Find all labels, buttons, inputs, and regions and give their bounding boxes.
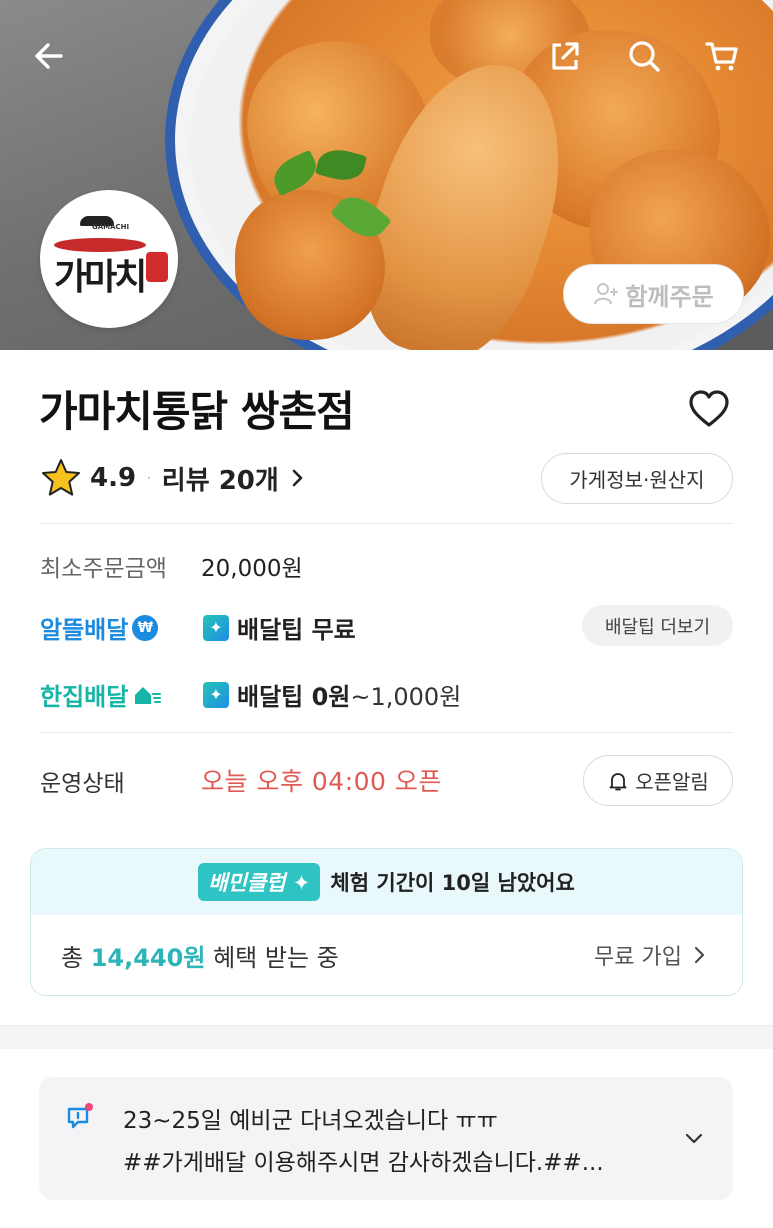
single-delivery-label: 한집배달 (40, 677, 162, 712)
house-speed-icon (135, 686, 162, 704)
single-tip-text: 배달팁 0원 (237, 683, 351, 711)
rating-separator: · (146, 467, 152, 489)
benefit-suffix: 혜택 받는 중 (213, 944, 339, 972)
store-hero-image: GAMACHI 가마치 함께주문 (0, 0, 773, 350)
won-badge-icon: ₩ (132, 614, 159, 641)
single-delivery-text: 한집배달 (40, 683, 129, 711)
section-divider (0, 1025, 773, 1049)
chevron-right-icon (292, 469, 303, 487)
single-tip-range: ~1,000원 (350, 683, 462, 711)
club-trial-message: 체험 기간이 10일 남았어요 (330, 871, 575, 895)
together-order-button[interactable]: 함께주문 (563, 264, 744, 324)
add-person-icon (594, 283, 619, 305)
store-notice[interactable]: 23~25일 예비군 다녀오겠습니다 ㅠㅠ ##가게배달 이용해주시면 감사하겠… (39, 1077, 733, 1200)
status-label: 운영상태 (40, 771, 125, 797)
saver-delivery-text: 알뜰배달 (40, 616, 129, 644)
cart-icon (705, 42, 738, 71)
benefit-prefix: 총 (61, 944, 84, 972)
store-name: 가마치통닭 쌍촌점 (39, 387, 355, 436)
back-arrow-icon (35, 43, 63, 69)
saver-delivery-label: 알뜰배달 ₩ (40, 610, 159, 645)
club-join-link[interactable]: 무료 가입 (594, 939, 708, 971)
rating-score: 4.9 (90, 463, 137, 493)
notice-text-line2: ##가게배달 이용해주시면 감사하겠습니다.##... (123, 1150, 604, 1176)
star-icon (42, 459, 80, 496)
notice-icon (67, 1103, 93, 1129)
share-button[interactable] (543, 34, 587, 78)
open-alarm-label: 오픈알림 (635, 770, 709, 794)
club-join-label: 무료 가입 (594, 945, 682, 970)
open-alarm-button[interactable]: 오픈알림 (583, 755, 733, 806)
min-order-value: 20,000원 (201, 556, 303, 582)
back-button[interactable] (27, 34, 71, 78)
chevron-right-icon (695, 947, 704, 963)
status-value: 오늘 오후 04:00 오픈 (201, 767, 442, 796)
min-order-label: 최소주문금액 (40, 556, 167, 582)
club-header: 배민클럽 ✦ 체험 기간이 10일 남았어요 (31, 849, 742, 915)
logo-stamp-graphic (146, 252, 168, 282)
favorite-heart-icon[interactable] (688, 389, 730, 429)
delivery-tip-icon: ✦ (203, 681, 229, 708)
baemin-club-card[interactable]: 배민클럽 ✦ 체험 기간이 10일 남았어요 총 14,440원 혜택 받는 중… (30, 848, 743, 996)
store-info-button[interactable]: 가게정보·원산지 (541, 453, 733, 504)
club-badge: 배민클럽 ✦ (198, 863, 321, 901)
more-delivery-tip-button[interactable]: 배달팁 더보기 (582, 605, 733, 646)
club-body: 총 14,440원 혜택 받는 중 무료 가입 (31, 915, 742, 995)
divider (40, 732, 733, 733)
notice-text-line1: 23~25일 예비군 다녀오겠습니다 ㅠㅠ (123, 1108, 498, 1134)
rating-row[interactable]: 4.9 · 리뷰 20개 (40, 454, 307, 502)
review-count-link[interactable]: 리뷰 20개 (162, 460, 279, 497)
store-logo: GAMACHI 가마치 (40, 190, 178, 328)
together-order-label: 함께주문 (625, 282, 714, 311)
saver-delivery-tip: ✦ 배달팁 무료 (203, 610, 356, 645)
benefit-amount: 14,440원 (90, 944, 206, 972)
delivery-tip-icon: ✦ (203, 614, 229, 641)
bell-icon (609, 772, 627, 790)
logo-brand-text: 가마치 (54, 257, 147, 298)
club-badge-text: 배민클럽 (208, 871, 286, 895)
share-icon (552, 42, 579, 70)
search-icon (629, 41, 660, 72)
divider (40, 523, 733, 524)
cart-button[interactable] (700, 34, 744, 78)
single-delivery-tip: ✦ 배달팁 0원 ~1,000원 (203, 677, 461, 712)
chevron-down-icon[interactable] (683, 1127, 705, 1149)
club-benefit: 총 14,440원 혜택 받는 중 (61, 938, 339, 973)
logo-small-text: GAMACHI (92, 223, 130, 231)
search-button[interactable] (622, 34, 666, 78)
saver-tip-text: 배달팁 무료 (237, 616, 356, 644)
